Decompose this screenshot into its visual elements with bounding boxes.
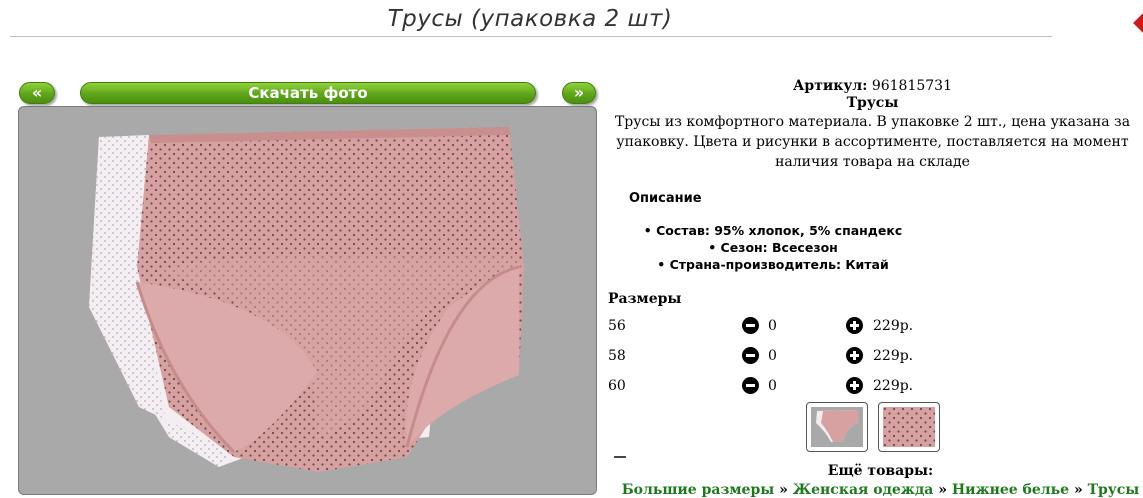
- size-label: 56: [608, 318, 626, 334]
- size-row: 58 0 229р.: [608, 346, 928, 368]
- size-row: 60 0 229р.: [608, 376, 928, 398]
- increase-quantity-icon[interactable]: [846, 347, 863, 364]
- next-photo-button[interactable]: »: [562, 82, 596, 104]
- product-photo[interactable]: [18, 106, 597, 495]
- corner-badge-icon: [1130, 10, 1143, 36]
- attribute-composition: Состав: 95% хлопок, 5% спандекс: [608, 222, 938, 239]
- breadcrumb-link-panties[interactable]: Трусы: [1088, 482, 1140, 498]
- sku-value: 961815731: [871, 78, 952, 94]
- prev-photo-button[interactable]: «: [19, 82, 55, 104]
- breadcrumb-link-underwear[interactable]: Нижнее белье: [952, 482, 1069, 498]
- breadcrumb: Большие размеры » Женская одежда » Нижне…: [608, 482, 1143, 498]
- more-products-heading: Ещё товары:: [827, 463, 934, 479]
- thumbnail-image: [811, 407, 863, 447]
- product-description: Трусы из комфортного материала. В упаков…: [614, 114, 1131, 170]
- sku-line: Артикул: 961815731: [605, 78, 1140, 94]
- decrease-quantity-icon[interactable]: [742, 347, 759, 364]
- decrease-quantity-icon[interactable]: [742, 377, 759, 394]
- size-price: 229р.: [873, 348, 914, 364]
- size-row: 56 0 229р.: [608, 316, 928, 338]
- quantity-value: 0: [768, 378, 777, 394]
- attribute-season: Сезон: Всесезон: [608, 239, 938, 256]
- product-name: Трусы: [846, 95, 899, 111]
- attribute-country: Страна-производитель: Китай: [608, 256, 938, 273]
- thumbnail-image: [883, 407, 935, 447]
- divider: [614, 456, 626, 458]
- size-price: 229р.: [873, 318, 914, 334]
- breadcrumb-separator: »: [1073, 482, 1083, 498]
- quantity-value: 0: [768, 318, 777, 334]
- size-price: 229р.: [873, 378, 914, 394]
- page-title: Трусы (упаковка 2 шт): [387, 6, 673, 32]
- download-photo-button[interactable]: Скачать фото: [80, 82, 536, 104]
- attribute-list: Состав: 95% хлопок, 5% спандекс Сезон: В…: [608, 222, 938, 273]
- description-heading: Описание: [629, 191, 702, 206]
- increase-quantity-icon[interactable]: [846, 317, 863, 334]
- decrease-quantity-icon[interactable]: [742, 317, 759, 334]
- sizes-heading: Размеры: [608, 291, 682, 307]
- photo-thumbnail-1[interactable]: [806, 402, 868, 452]
- photo-thumbnail-2[interactable]: [878, 402, 940, 452]
- sku-label: Артикул:: [793, 78, 868, 94]
- breadcrumb-separator: »: [938, 482, 947, 498]
- increase-quantity-icon[interactable]: [846, 377, 863, 394]
- product-photo-image: [89, 127, 524, 472]
- size-label: 58: [608, 348, 626, 364]
- product-info: Артикул: 961815731 Трусы Трусы из комфор…: [605, 78, 1140, 172]
- breadcrumb-link-large-sizes[interactable]: Большие размеры: [622, 482, 775, 498]
- breadcrumb-separator: »: [779, 482, 788, 498]
- title-divider: [10, 36, 1052, 37]
- breadcrumb-link-womens-clothing[interactable]: Женская одежда: [793, 482, 934, 498]
- quantity-value: 0: [768, 348, 777, 364]
- size-label: 60: [608, 378, 626, 394]
